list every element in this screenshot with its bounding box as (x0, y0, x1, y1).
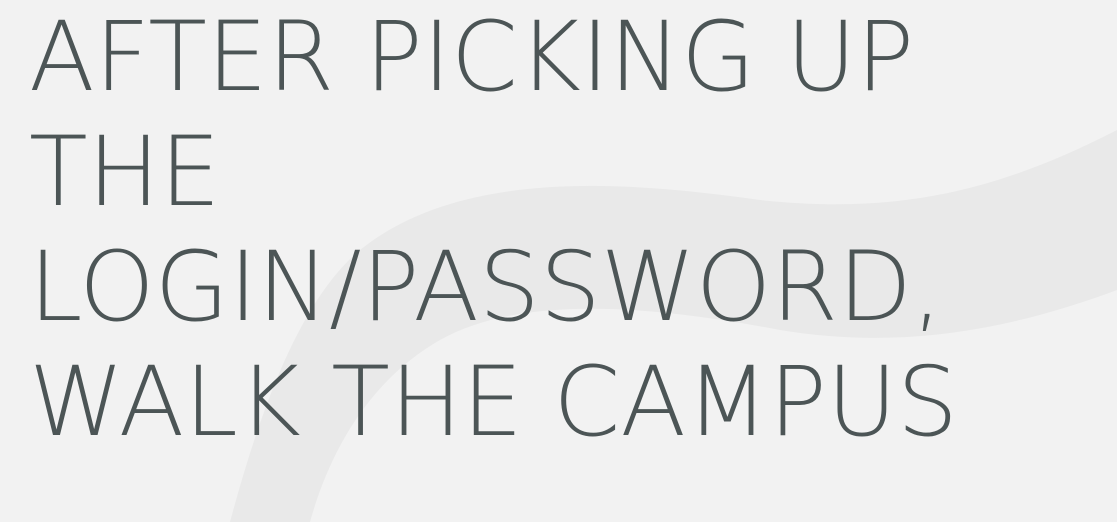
headline: AFTER PICKING UP THE LOGIN/PASSWORD, WAL… (29, 0, 1117, 522)
headline-line-1: AFTER PICKING UP (29, 1, 915, 113)
headline-line-4: WALK THE CAMPUS (29, 346, 958, 458)
headline-line-2: THE (29, 116, 221, 228)
headline-line-3: LOGIN/PASSWORD, (29, 231, 943, 343)
